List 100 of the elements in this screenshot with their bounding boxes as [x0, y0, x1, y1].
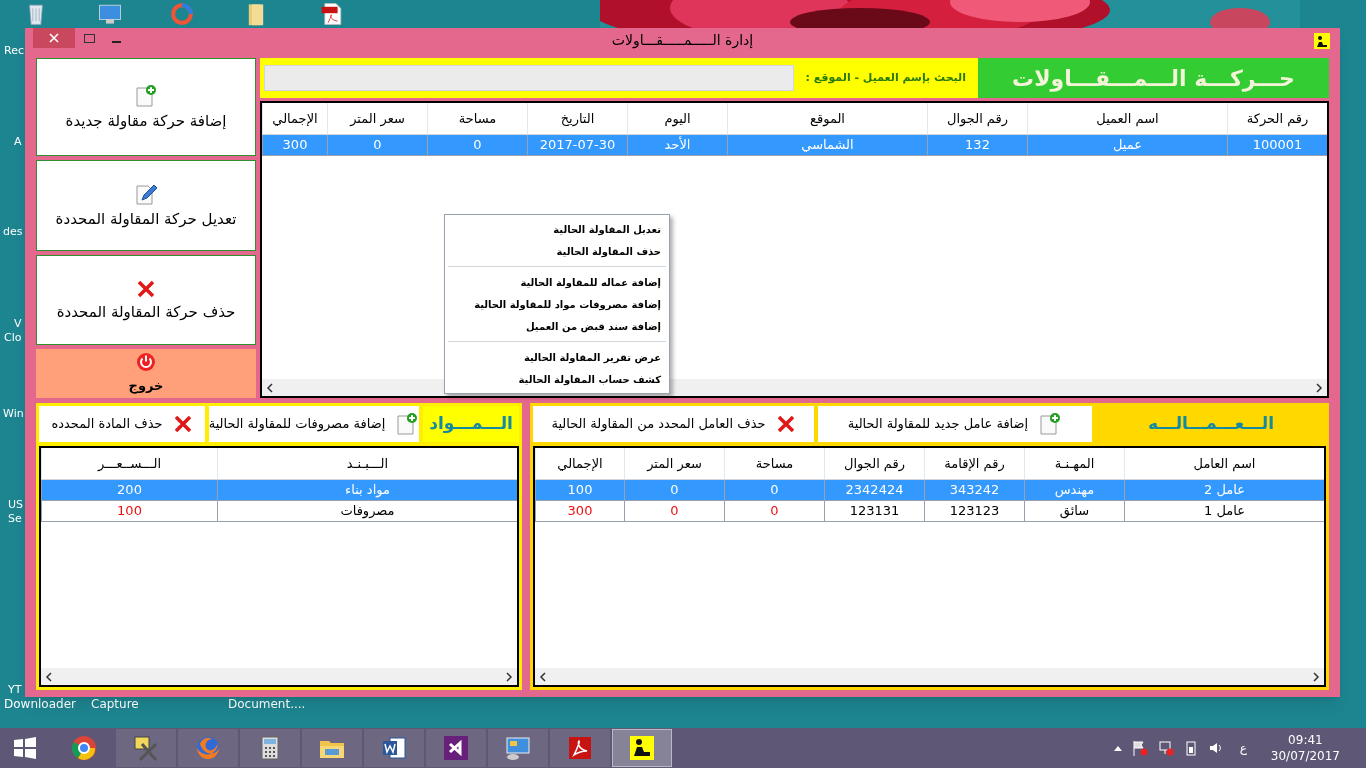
- column-header[interactable]: الـــســعـــر: [41, 448, 217, 479]
- flag-icon[interactable]: [1131, 740, 1148, 756]
- table-cell: 200: [41, 480, 217, 500]
- table-cell: 0: [724, 480, 824, 500]
- menu-item[interactable]: إضافة عماله للمقاولة الحالية: [445, 271, 669, 293]
- desktop-icon-label[interactable]: Capture: [91, 698, 139, 711]
- table-cell: 123131: [824, 501, 924, 521]
- maximize-icon: [83, 33, 95, 43]
- network-icon[interactable]: [1157, 740, 1174, 756]
- scroll-left-icon[interactable]: [44, 671, 54, 682]
- computer-icon[interactable]: [96, 2, 124, 26]
- column-header[interactable]: الإجمالي: [535, 448, 624, 479]
- taskbar-app[interactable]: [426, 729, 486, 767]
- battery-icon[interactable]: [1183, 740, 1198, 756]
- scroll-right-icon[interactable]: [1314, 382, 1324, 393]
- clock[interactable]: 09:41 30/07/2017: [1270, 732, 1340, 764]
- column-header[interactable]: رقم الجوال: [824, 448, 924, 479]
- close-button[interactable]: [33, 28, 75, 48]
- desktop-icon-label[interactable]: Document....: [228, 698, 306, 711]
- column-header[interactable]: المهـنـة: [1024, 448, 1124, 479]
- column-header[interactable]: اسم العميل: [1027, 103, 1227, 134]
- column-header[interactable]: رقم الجوال: [927, 103, 1027, 134]
- desktop-icon-label[interactable]: Downloader: [4, 698, 76, 711]
- add-document-icon: [134, 83, 158, 108]
- close-x-icon: [172, 414, 193, 434]
- round-browser-icon: [70, 734, 98, 762]
- column-header[interactable]: مساحة: [427, 103, 527, 134]
- horizontal-scrollbar[interactable]: [41, 668, 517, 685]
- desktop-icon-label[interactable]: A: [14, 135, 22, 148]
- add-contract-button[interactable]: إضافة حركة مقاولة جديدة: [36, 58, 256, 157]
- desktop-icon-label[interactable]: Rec: [4, 44, 24, 57]
- scroll-left-icon[interactable]: [538, 671, 548, 682]
- table-cell: 0: [624, 480, 724, 500]
- menu-item[interactable]: إضافة مصروفات مواد للمقاولة الحالية: [445, 293, 669, 315]
- column-header[interactable]: الإجمالي: [262, 103, 327, 134]
- search-field[interactable]: [264, 65, 794, 91]
- table-cell: 0: [427, 135, 527, 155]
- delete-button[interactable]: حذف العامل المحدد من المقاولة الحالية: [533, 406, 814, 442]
- table-cell: سائق: [1024, 501, 1124, 521]
- table-cell: 2342424: [824, 480, 924, 500]
- table-cell: 2017-07-30: [527, 135, 627, 155]
- add-document-icon: [1038, 412, 1063, 436]
- table-cell: 0: [724, 501, 824, 521]
- scroll-right-icon[interactable]: [1311, 671, 1321, 682]
- menu-item[interactable]: كشف حساب المقاولة الحالية: [445, 368, 669, 390]
- delete-button[interactable]: حذف المادة المحدده: [39, 406, 205, 442]
- horizontal-scrollbar[interactable]: [535, 668, 1324, 685]
- column-header[interactable]: الموقع: [727, 103, 927, 134]
- taskbar-app[interactable]: [612, 729, 672, 767]
- document-icon: [380, 734, 408, 762]
- desktop-icon-label[interactable]: Se: [8, 512, 22, 525]
- taskbar-app[interactable]: [364, 729, 424, 767]
- worker-icon: [628, 734, 656, 762]
- add-button[interactable]: إضافة مصروفات للمقاولة الحالية: [209, 406, 419, 442]
- column-header[interactable]: اسم العامل: [1124, 448, 1324, 479]
- monitor-icon: [504, 734, 532, 762]
- window-title: إدارة الـــــمـــــقـــاولات: [611, 30, 754, 51]
- scroll-right-icon[interactable]: [504, 671, 514, 682]
- column-header[interactable]: مساحة: [724, 448, 824, 479]
- add-button[interactable]: إضافة عامل جديد للمقاولة الحالية: [818, 406, 1092, 442]
- four-panes-icon: [13, 736, 37, 760]
- column-header[interactable]: اليوم: [627, 103, 727, 134]
- ribbon-icon: [442, 734, 470, 762]
- desktop-icon-label[interactable]: YT: [8, 683, 22, 696]
- add-document-icon: [395, 412, 420, 436]
- delete-contract-button[interactable]: حذف حركة المقاولة المحددة: [36, 254, 256, 346]
- desktop-icon-label[interactable]: Win: [3, 407, 24, 420]
- speaker-icon[interactable]: [1207, 740, 1224, 756]
- edit-contract-button[interactable]: تعديل حركة المقاولة المحددة: [36, 160, 256, 251]
- table-cell: 100: [41, 501, 217, 521]
- input-language[interactable]: ع: [1239, 739, 1247, 757]
- power-icon: [136, 352, 156, 372]
- table-cell: 300: [535, 501, 624, 521]
- scroll-left-icon[interactable]: [265, 382, 275, 393]
- desktop-icon-label[interactable]: des: [3, 225, 23, 238]
- column-header[interactable]: سعر المتر: [624, 448, 724, 479]
- pdf-icon: [566, 734, 594, 762]
- column-header[interactable]: رقم الإقامة: [924, 448, 1024, 479]
- close-x-icon: [775, 414, 796, 434]
- table-cell: 0: [624, 501, 724, 521]
- desktop-icon-label[interactable]: Clo: [4, 331, 22, 344]
- exit-button[interactable]: خروج: [36, 349, 256, 398]
- table-cell: الأحد: [627, 135, 727, 155]
- menu-item[interactable]: تعديل المقاولة الحالية: [445, 218, 669, 240]
- menu-item[interactable]: عرض تقرير المقاولة الحالية: [445, 346, 669, 368]
- table-cell: 132: [927, 135, 1027, 155]
- caret-up-icon[interactable]: [1113, 745, 1122, 751]
- maximize-button[interactable]: [81, 32, 97, 44]
- menu-item[interactable]: إضافة سند قبض من العميل: [445, 315, 669, 337]
- minimize-icon: [111, 41, 121, 44]
- desktop-icon-label[interactable]: V: [14, 317, 22, 330]
- menu-item[interactable]: حذف المقاولة الحالية: [445, 240, 669, 262]
- column-header[interactable]: التاريخ: [527, 103, 627, 134]
- desktop-icon-label[interactable]: US: [8, 498, 24, 511]
- table-cell: مواد بناء: [217, 480, 517, 500]
- table-cell: 100: [535, 480, 624, 500]
- column-header[interactable]: الـــبـنـد: [217, 448, 517, 479]
- column-header[interactable]: سعر المتر: [327, 103, 427, 134]
- table-cell: مصروفات: [217, 501, 517, 521]
- column-header[interactable]: رقم الحركة: [1227, 103, 1327, 134]
